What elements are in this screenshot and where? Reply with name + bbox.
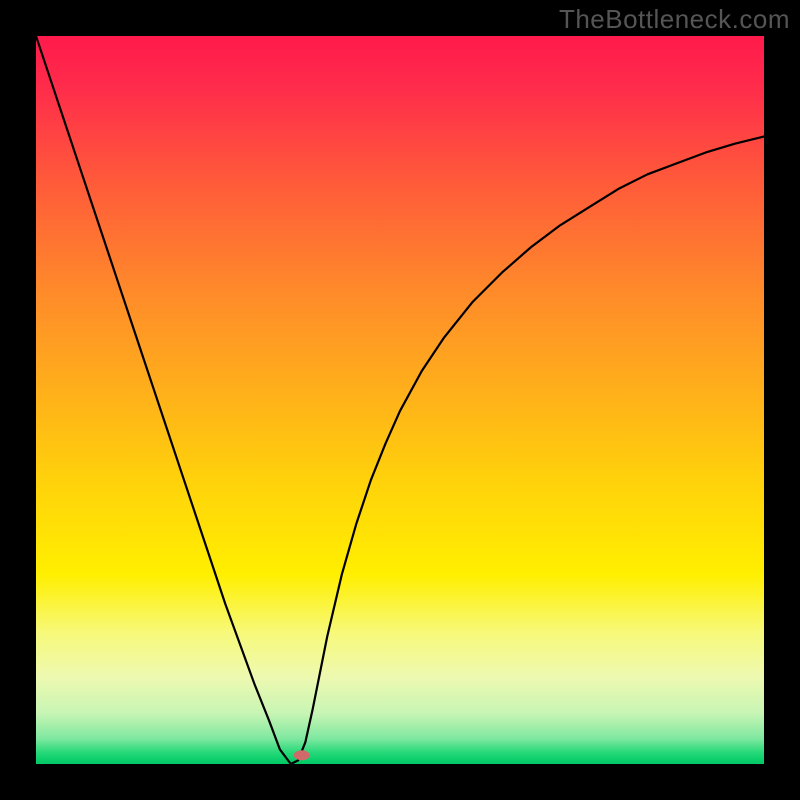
chart-svg — [36, 36, 764, 764]
curve-marker — [294, 750, 310, 760]
plot-area — [36, 36, 764, 764]
chart-frame: TheBottleneck.com — [0, 0, 800, 800]
watermark-text: TheBottleneck.com — [559, 4, 790, 35]
gradient-background — [36, 36, 764, 764]
